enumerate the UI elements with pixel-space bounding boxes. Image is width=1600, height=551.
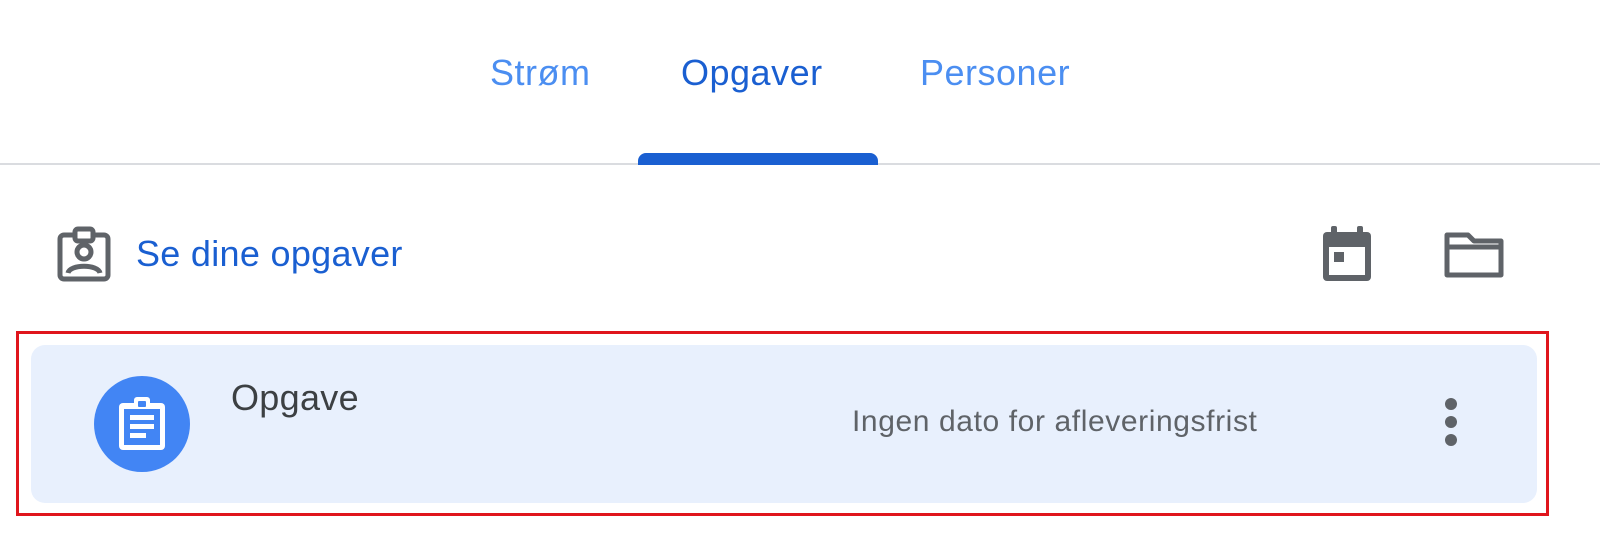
tab-strom[interactable]: Strøm [490, 52, 590, 94]
your-work-label: Se dine opgaver [136, 233, 403, 274]
assignment-title: Opgave [231, 377, 359, 418]
folder-icon[interactable] [1444, 230, 1504, 280]
assignment-ind-icon [57, 226, 111, 282]
your-work-link[interactable]: Se dine opgaver [57, 224, 403, 284]
assignment-avatar [94, 376, 190, 472]
calendar-icon[interactable] [1320, 225, 1374, 283]
active-tab-indicator [638, 153, 878, 165]
tab-personer[interactable]: Personer [920, 52, 1070, 94]
assignment-card[interactable]: Opgave Ingen dato for afleveringsfrist [31, 345, 1537, 503]
assignment-icon [119, 397, 165, 450]
tab-opgaver[interactable]: Opgaver [681, 52, 823, 94]
tab-bar: Strøm Opgaver Personer [0, 0, 1600, 165]
more-vert-icon[interactable] [1443, 397, 1459, 447]
assignment-due-date: Ingen dato for afleveringsfrist [852, 405, 1258, 438]
